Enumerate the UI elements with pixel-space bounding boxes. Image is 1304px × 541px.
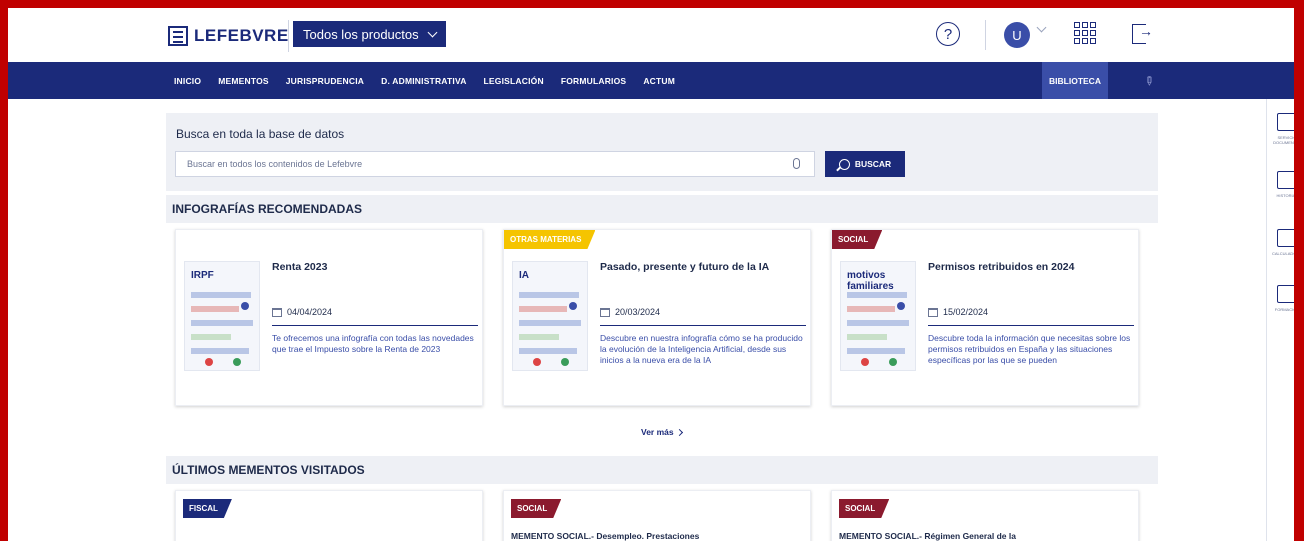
header-divider — [288, 20, 289, 52]
card-title[interactable]: Renta 2023 — [272, 261, 477, 274]
card-title[interactable]: Pasado, presente y futuro de la IA — [600, 261, 805, 274]
calendar-icon — [928, 307, 938, 317]
right-sidebar: SERVICIO DOCUMENTAL HISTORIAL CALCULADORA F… — [1266, 99, 1302, 541]
nav-items: INICIO MEMENTOS JURISPRUDENCIA D. ADMINISTR… — [174, 62, 675, 99]
microphone-icon[interactable] — [793, 158, 800, 169]
sidebar-item-label: HISTORIAL — [1276, 193, 1298, 198]
mementos-heading: ÚLTIMOS MEMENTOS VISITADOS — [166, 456, 1158, 484]
date-text: 04/04/2024 — [287, 307, 333, 317]
card-description: Descubre en nuestra infografía cómo se h… — [600, 333, 803, 365]
search-input[interactable] — [175, 151, 815, 177]
date-text: 20/03/2024 — [615, 307, 661, 317]
logout-icon[interactable] — [1132, 23, 1153, 44]
sidebar-item-label: FORMACIÓN — [1274, 307, 1300, 312]
logo-icon — [168, 26, 188, 46]
nav-item-actum[interactable]: ACTUM — [643, 76, 675, 86]
header-divider — [985, 20, 986, 50]
sidebar-item-1[interactable]: HISTORIAL — [1267, 171, 1298, 198]
memento-card[interactable]: FISCAL — [175, 490, 483, 541]
nav-item-formularios[interactable]: FORMULARIOS — [561, 76, 626, 86]
calendar-icon — [600, 307, 610, 317]
search-icon — [838, 158, 850, 170]
chevron-down-icon — [427, 27, 438, 37]
category-tag: FISCAL — [183, 499, 232, 518]
help-icon[interactable]: ? — [936, 22, 960, 46]
calculator-icon — [1277, 229, 1297, 247]
pin-icon[interactable]: ✎ — [1141, 72, 1158, 89]
nav-item-legislación[interactable]: LEGISLACIÓN — [484, 76, 544, 86]
infographic-thumbnail[interactable]: motivos familiares — [840, 261, 916, 371]
memento-title[interactable]: MEMENTO SOCIAL.- Régimen General de la — [839, 531, 1016, 541]
category-tag: SOCIAL — [511, 499, 561, 518]
nav-item-inicio[interactable]: INICIO — [174, 76, 201, 86]
category-tag: OTRAS MATERIAS — [504, 230, 595, 249]
thumbnail-title: motivos familiares — [847, 270, 894, 292]
logo-text: LEFEBVRE — [194, 26, 289, 45]
search-button[interactable]: BUSCAR — [825, 151, 905, 177]
nav-item-mementos[interactable]: MEMENTOS — [218, 76, 269, 86]
card-description: Descubre toda la información que necesit… — [928, 333, 1131, 365]
card-divider — [600, 325, 806, 326]
products-dropdown[interactable]: Todos los productos — [293, 21, 446, 47]
card-date: 15/02/2024 — [928, 307, 988, 317]
sidebar-item-label: SERVICIO DOCUMENTAL — [1273, 135, 1301, 145]
sidebar-item-3[interactable]: FORMACIÓN — [1267, 285, 1299, 312]
infographic-thumbnail[interactable]: IRPF — [184, 261, 260, 371]
memento-card[interactable]: SOCIAL MEMENTO SOCIAL.- Régimen General d… — [831, 490, 1139, 541]
infografias-heading: INFOGRAFÍAS RECOMENDADAS — [166, 195, 1158, 223]
infographic-card[interactable]: SOCIAL motivos familiares Permisos retribu… — [831, 229, 1139, 406]
chevron-down-icon[interactable] — [1036, 22, 1047, 33]
history-icon — [1277, 171, 1297, 189]
nav-item-biblioteca[interactable]: BIBLIOTECA — [1042, 62, 1108, 99]
search-title: Busca en toda la base de datos — [176, 127, 345, 141]
sidebar-item-label: CALCULADORA — [1271, 251, 1302, 256]
nav-item-d-administrativa[interactable]: D. ADMINISTRATIVA — [381, 76, 466, 86]
card-divider — [928, 325, 1134, 326]
lefebvre-logo[interactable]: LEFEBVRE — [168, 26, 289, 46]
sidebar-item-0[interactable]: SERVICIO DOCUMENTAL — [1267, 113, 1301, 145]
search-button-label: BUSCAR — [854, 159, 892, 169]
category-tag: SOCIAL — [832, 230, 882, 249]
thumbnail-title: IRPF — [191, 270, 214, 281]
products-label: Todos los productos — [303, 26, 419, 42]
sidebar-item-2[interactable]: CALCULADORA — [1267, 229, 1302, 256]
chevron-right-icon — [675, 428, 683, 436]
infographic-thumbnail[interactable]: IA — [512, 261, 588, 371]
graduation-icon — [1277, 285, 1297, 303]
date-text: 15/02/2024 — [943, 307, 989, 317]
memento-card[interactable]: SOCIAL MEMENTO SOCIAL.- Desempleo. Presta… — [503, 490, 811, 541]
apps-grid-icon[interactable] — [1074, 22, 1096, 44]
user-avatar[interactable]: U — [1004, 22, 1030, 48]
card-description: Te ofrecemos una infografía con todas la… — [272, 333, 474, 354]
infographic-card[interactable]: OTRAS MATERIAS IA Pasado, presente y futur… — [503, 229, 811, 406]
infographic-card[interactable]: IRPF Renta 2023 04/04/2024 Te ofrecemos una… — [175, 229, 483, 406]
briefcase-icon — [1277, 113, 1297, 131]
card-divider — [272, 325, 478, 326]
card-date: 04/04/2024 — [272, 307, 332, 317]
top-bar: LEFEBVRE Todos los productos ? U — [8, 8, 1294, 62]
search-panel: Busca en toda la base de datos BUSCAR — [166, 113, 1158, 191]
ver-mas-label: Ver más — [641, 427, 674, 437]
calendar-icon — [272, 307, 282, 317]
memento-title[interactable]: MEMENTO SOCIAL.- Desempleo. Prestaciones — [511, 531, 699, 541]
ver-mas-link[interactable]: Ver más — [641, 427, 683, 437]
category-tag: SOCIAL — [839, 499, 889, 518]
thumbnail-title: IA — [519, 270, 529, 281]
card-date: 20/03/2024 — [600, 307, 660, 317]
card-title[interactable]: Permisos retribuidos en 2024 — [928, 261, 1133, 274]
main-nav: INICIO MEMENTOS JURISPRUDENCIA D. ADMINISTR… — [8, 62, 1294, 99]
nav-item-jurisprudencia[interactable]: JURISPRUDENCIA — [286, 76, 364, 86]
